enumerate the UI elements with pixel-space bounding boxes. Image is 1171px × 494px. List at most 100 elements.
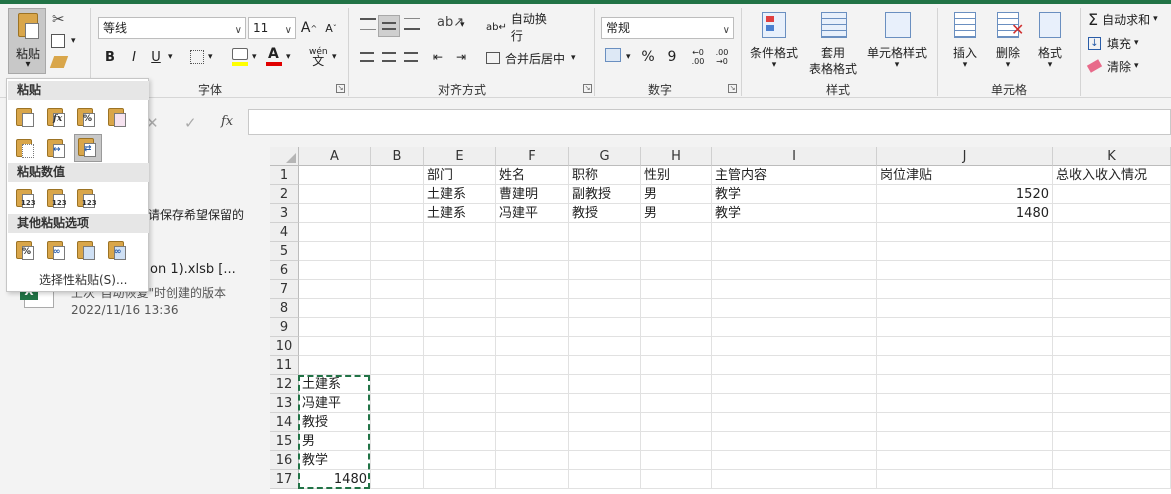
alignment-dialog-launcher-icon[interactable]: ↘ <box>583 84 592 93</box>
column-header-a[interactable]: A <box>299 147 371 166</box>
cell-h17[interactable] <box>641 470 712 489</box>
cell-b13[interactable] <box>371 394 424 413</box>
row-header-7[interactable]: 7 <box>270 280 299 299</box>
cell-a5[interactable] <box>299 242 371 261</box>
cell-h5[interactable] <box>641 242 712 261</box>
cell-k2[interactable] <box>1053 185 1171 204</box>
cell-b1[interactable] <box>371 166 424 185</box>
cell-j8[interactable] <box>877 299 1053 318</box>
cell-a9[interactable] <box>299 318 371 337</box>
cell-b3[interactable] <box>371 204 424 223</box>
paste-values-icon[interactable]: 123 <box>13 186 37 210</box>
cell-k4[interactable] <box>1053 223 1171 242</box>
cell-e6[interactable] <box>424 261 496 280</box>
cell-j16[interactable] <box>877 451 1053 470</box>
cell-g1[interactable]: 职称 <box>569 166 641 185</box>
cell-b15[interactable] <box>371 432 424 451</box>
cell-k11[interactable] <box>1053 356 1171 375</box>
paste-option-no-borders-icon[interactable] <box>13 136 37 160</box>
row-header-6[interactable]: 6 <box>270 261 299 280</box>
cell-i9[interactable] <box>712 318 877 337</box>
row-header-17[interactable]: 17 <box>270 470 299 489</box>
cell-i16[interactable] <box>712 451 877 470</box>
cell-g11[interactable] <box>569 356 641 375</box>
cell-a16[interactable]: 教学 <box>299 451 371 470</box>
border-dropdown-icon[interactable]: ▾ <box>208 52 213 62</box>
number-format-select[interactable]: 常规 ∨ <box>601 17 734 39</box>
cell-f1[interactable]: 姓名 <box>496 166 569 185</box>
shrink-font-button[interactable]: Aˇ <box>322 17 340 39</box>
column-header-i[interactable]: I <box>712 147 877 166</box>
cell-k16[interactable] <box>1053 451 1171 470</box>
cell-h12[interactable] <box>641 375 712 394</box>
row-header-11[interactable]: 11 <box>270 356 299 375</box>
cell-g13[interactable] <box>569 394 641 413</box>
cell-f12[interactable] <box>496 375 569 394</box>
fill-button[interactable]: ↓ 填充 ▾ <box>1088 34 1158 52</box>
phonetic-button[interactable]: wén 文 <box>309 48 328 68</box>
cell-e12[interactable] <box>424 375 496 394</box>
cell-e16[interactable] <box>424 451 496 470</box>
format-as-table-button[interactable]: 套用 表格格式 <box>803 10 863 76</box>
cell-e11[interactable] <box>424 356 496 375</box>
cell-f3[interactable]: 冯建平 <box>496 204 569 223</box>
cell-b6[interactable] <box>371 261 424 280</box>
cell-i3[interactable]: 教学 <box>712 204 877 223</box>
cell-k7[interactable] <box>1053 280 1171 299</box>
cell-f5[interactable] <box>496 242 569 261</box>
conditional-format-button[interactable]: 条件格式 ▾ <box>746 10 802 74</box>
row-header-1[interactable]: 1 <box>270 166 299 185</box>
cell-f7[interactable] <box>496 280 569 299</box>
cell-g4[interactable] <box>569 223 641 242</box>
cell-f10[interactable] <box>496 337 569 356</box>
fill-dropdown-icon[interactable]: ▾ <box>252 52 257 62</box>
cell-g14[interactable] <box>569 413 641 432</box>
cell-e10[interactable] <box>424 337 496 356</box>
cell-g17[interactable] <box>569 470 641 489</box>
cell-i1[interactable]: 主管内容 <box>712 166 877 185</box>
paste-button[interactable]: 粘贴 ▾ <box>8 8 46 74</box>
cell-j14[interactable] <box>877 413 1053 432</box>
accounting-dropdown-icon[interactable]: ▾ <box>626 52 631 62</box>
cell-k8[interactable] <box>1053 299 1171 318</box>
row-header-4[interactable]: 4 <box>270 223 299 242</box>
cell-b5[interactable] <box>371 242 424 261</box>
column-header-f[interactable]: F <box>496 147 569 166</box>
cell-b14[interactable] <box>371 413 424 432</box>
cell-h14[interactable] <box>641 413 712 432</box>
cell-j9[interactable] <box>877 318 1053 337</box>
cell-k13[interactable] <box>1053 394 1171 413</box>
cell-i5[interactable] <box>712 242 877 261</box>
cell-g2[interactable]: 副教授 <box>569 185 641 204</box>
paste-formatting-icon[interactable]: % <box>13 238 37 262</box>
cell-i13[interactable] <box>712 394 877 413</box>
column-header-h[interactable]: H <box>641 147 712 166</box>
cell-e17[interactable] <box>424 470 496 489</box>
align-top-icon[interactable] <box>360 18 376 30</box>
cell-b8[interactable] <box>371 299 424 318</box>
cell-b2[interactable] <box>371 185 424 204</box>
cell-i2[interactable]: 教学 <box>712 185 877 204</box>
cell-h11[interactable] <box>641 356 712 375</box>
paste-option-formulas-number-format-icon[interactable]: % <box>74 105 98 129</box>
cell-j4[interactable] <box>877 223 1053 242</box>
cell-e9[interactable] <box>424 318 496 337</box>
paste-option-transpose-icon[interactable]: ⇄ <box>74 134 102 162</box>
row-header-3[interactable]: 3 <box>270 204 299 223</box>
copy-dropdown-icon[interactable]: ▾ <box>71 36 76 46</box>
cell-k6[interactable] <box>1053 261 1171 280</box>
cell-k9[interactable] <box>1053 318 1171 337</box>
cell-k1[interactable]: 总收入收入情况 <box>1053 166 1171 185</box>
cell-i7[interactable] <box>712 280 877 299</box>
align-bottom-icon[interactable] <box>404 18 420 30</box>
cell-e4[interactable] <box>424 223 496 242</box>
cell-e5[interactable] <box>424 242 496 261</box>
row-header-16[interactable]: 16 <box>270 451 299 470</box>
cell-b10[interactable] <box>371 337 424 356</box>
cell-h10[interactable] <box>641 337 712 356</box>
cell-e14[interactable] <box>424 413 496 432</box>
cell-a17[interactable]: 1480 <box>299 470 371 489</box>
column-header-k[interactable]: K <box>1053 147 1171 166</box>
accounting-format-icon[interactable] <box>605 48 621 62</box>
cell-j1[interactable]: 岗位津贴 <box>877 166 1053 185</box>
